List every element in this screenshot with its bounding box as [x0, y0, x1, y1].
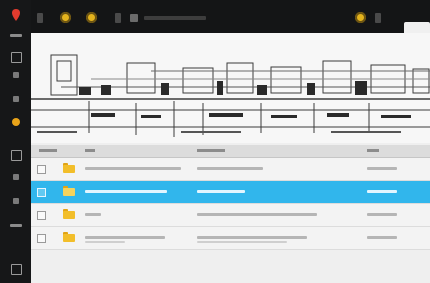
column-date-mark: [367, 149, 379, 152]
row-checkbox[interactable]: [37, 188, 46, 197]
row-checkbox[interactable]: [37, 211, 46, 220]
menu-icon[interactable]: [10, 34, 22, 37]
breadcrumb-bar: [144, 15, 206, 20]
share-icon[interactable]: [13, 174, 19, 180]
column-name-mark: [85, 149, 95, 152]
row-checkbox[interactable]: [37, 234, 46, 243]
list-item-selected[interactable]: [31, 181, 430, 204]
row-name-text: [85, 213, 101, 216]
row-description-text: [197, 236, 307, 239]
list-item[interactable]: [31, 227, 430, 250]
logout-icon[interactable]: [11, 264, 22, 275]
folder-icon: [63, 163, 75, 173]
top-toolbar: [31, 0, 430, 33]
column-select-mark: [39, 149, 57, 152]
logo-icon[interactable]: [10, 8, 22, 21]
list-item[interactable]: [31, 158, 430, 181]
main-panel: [31, 33, 430, 283]
drawing-image: [31, 33, 430, 143]
left-rail: [0, 0, 32, 283]
row-name-text: [85, 236, 165, 239]
row-date-text: [367, 236, 397, 239]
row-description-text: [197, 167, 263, 170]
row-date-text: [367, 167, 397, 170]
separator-icon: [115, 13, 121, 23]
row-date-text: [367, 213, 397, 216]
user-icon[interactable]: [13, 198, 19, 204]
folder-icon[interactable]: [11, 150, 22, 161]
folder-icon: [63, 232, 75, 242]
list-item[interactable]: [31, 204, 430, 227]
row-description-text: [197, 213, 317, 216]
app-window: [0, 0, 430, 283]
row-description-text: [197, 190, 245, 193]
files-icon[interactable]: [11, 52, 22, 63]
divider-icon: [10, 224, 22, 227]
row-name-text: [85, 190, 167, 193]
row-checkbox[interactable]: [37, 165, 46, 174]
row-subtext: [85, 241, 125, 243]
breadcrumb[interactable]: [130, 12, 206, 23]
list-header: [31, 145, 430, 158]
row-name-text: [85, 167, 181, 170]
settings-icon[interactable]: [13, 96, 19, 102]
tab-active[interactable]: [404, 22, 430, 33]
alert-icon[interactable]: [86, 12, 97, 23]
row-description-subtext: [197, 241, 287, 243]
row-date-text: [367, 190, 397, 193]
notification-icon[interactable]: [60, 12, 71, 23]
folder-icon: [63, 209, 75, 219]
column-description-mark: [197, 149, 225, 152]
back-icon[interactable]: [37, 13, 43, 23]
home-icon[interactable]: [130, 13, 138, 22]
folder-icon: [63, 186, 75, 196]
list-empty-area: [31, 250, 430, 283]
more-icon[interactable]: [375, 13, 381, 23]
warning-icon[interactable]: [355, 12, 366, 23]
upload-icon[interactable]: [13, 72, 19, 78]
status-icon[interactable]: [12, 118, 20, 126]
drawing-preview[interactable]: [31, 33, 430, 143]
